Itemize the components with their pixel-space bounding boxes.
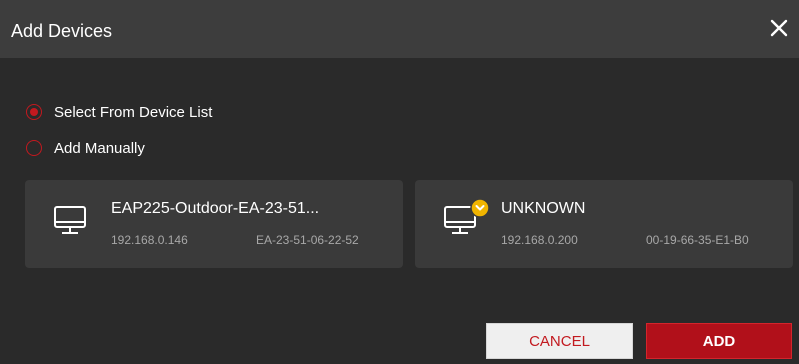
dialog-titlebar: Add Devices — [0, 0, 799, 58]
add-devices-dialog: Add Devices Select From Device List Add … — [0, 0, 799, 364]
monitor-icon — [54, 206, 86, 234]
download-badge-icon — [470, 198, 490, 218]
add-button[interactable]: ADD — [646, 323, 792, 359]
device-name: EAP225-Outdoor-EA-23-51... — [111, 200, 320, 217]
device-name: UNKNOWN — [501, 200, 586, 217]
device-card[interactable]: UNKNOWN 192.168.0.200 00-19-66-35-E1-B0 — [415, 180, 793, 268]
close-icon[interactable] — [768, 17, 790, 39]
device-mac: 00-19-66-35-E1-B0 — [646, 233, 749, 247]
device-ip: 192.168.0.200 — [501, 233, 578, 247]
cancel-button[interactable]: CANCEL — [486, 323, 633, 359]
device-ip: 192.168.0.146 — [111, 233, 188, 247]
radio-button-checked[interactable] — [26, 104, 42, 120]
radio-select-from-list[interactable]: Select From Device List — [26, 101, 212, 123]
device-card[interactable]: EAP225-Outdoor-EA-23-51... 192.168.0.146… — [25, 180, 403, 268]
radio-label-select-from-list: Select From Device List — [54, 103, 213, 121]
radio-add-manually[interactable]: Add Manually — [26, 137, 145, 159]
dialog-title: Add Devices — [11, 21, 113, 41]
radio-button-unchecked[interactable] — [26, 140, 42, 156]
radio-label-add-manually: Add Manually — [54, 139, 145, 157]
device-mac: EA-23-51-06-22-52 — [256, 233, 359, 247]
